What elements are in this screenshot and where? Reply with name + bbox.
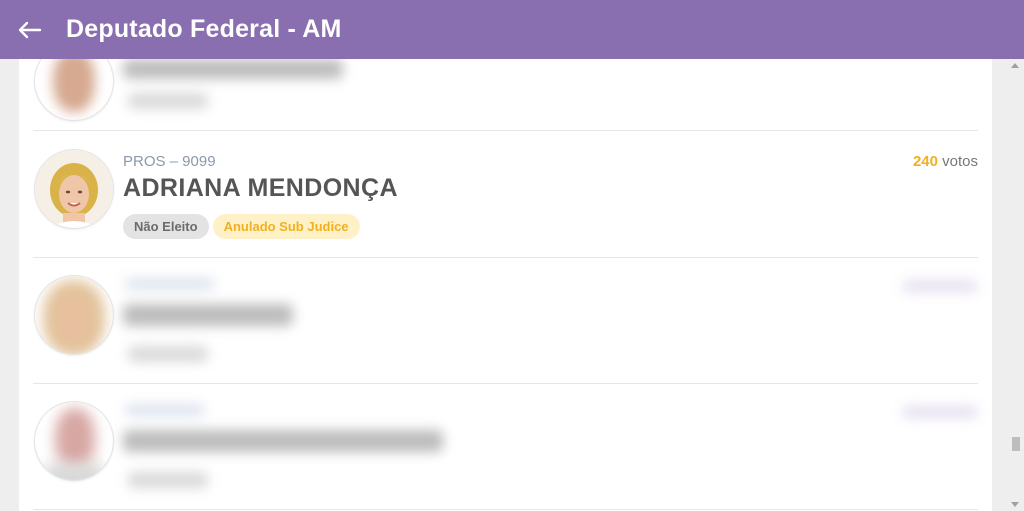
candidate-row-blurred[interactable] xyxy=(33,258,978,384)
blurred-name xyxy=(123,59,343,79)
page-title: Deputado Federal - AM xyxy=(66,15,342,43)
candidate-name: ADRIANA MENDONÇA xyxy=(123,174,398,202)
candidate-row-blurred[interactable] xyxy=(33,59,978,131)
blurred-votes xyxy=(902,280,978,292)
blurred-name xyxy=(123,304,293,326)
scroll-up-icon[interactable] xyxy=(1011,63,1019,68)
blurred-tag xyxy=(128,472,208,488)
candidate-list[interactable]: PROS – 9099 ADRIANA MENDONÇA Não Eleito … xyxy=(19,59,992,511)
blurred-tag xyxy=(128,93,208,109)
scroll-down-icon[interactable] xyxy=(1011,502,1019,507)
legal-status-badge: Anulado Sub Judice xyxy=(212,214,360,239)
candidate-row-blurred[interactable] xyxy=(33,384,978,510)
votes-count: 240 votos xyxy=(913,153,978,170)
scroll-thumb[interactable] xyxy=(1012,437,1020,451)
candidate-row[interactable]: PROS – 9099 ADRIANA MENDONÇA Não Eleito … xyxy=(33,132,978,258)
status-badge: Não Eleito xyxy=(123,214,209,239)
status-tags: Não Eleito Anulado Sub Judice xyxy=(123,214,360,239)
avatar xyxy=(35,402,113,480)
blurred-tag xyxy=(128,346,208,362)
blurred-name xyxy=(123,430,443,452)
app-header: Deputado Federal - AM xyxy=(0,0,1024,59)
blurred-votes xyxy=(902,406,978,418)
avatar xyxy=(35,59,113,120)
avatar xyxy=(35,276,113,354)
votes-label: votos xyxy=(942,153,978,170)
blurred-party xyxy=(125,278,215,290)
party-number: PROS – 9099 xyxy=(123,153,216,170)
blurred-party xyxy=(125,404,205,416)
votes-number: 240 xyxy=(912,153,938,170)
candidate-photo xyxy=(35,150,113,228)
back-button[interactable] xyxy=(0,0,56,59)
candidate-portrait xyxy=(35,150,113,228)
arrow-left-icon xyxy=(18,21,42,38)
scrollbar[interactable] xyxy=(1007,59,1024,511)
